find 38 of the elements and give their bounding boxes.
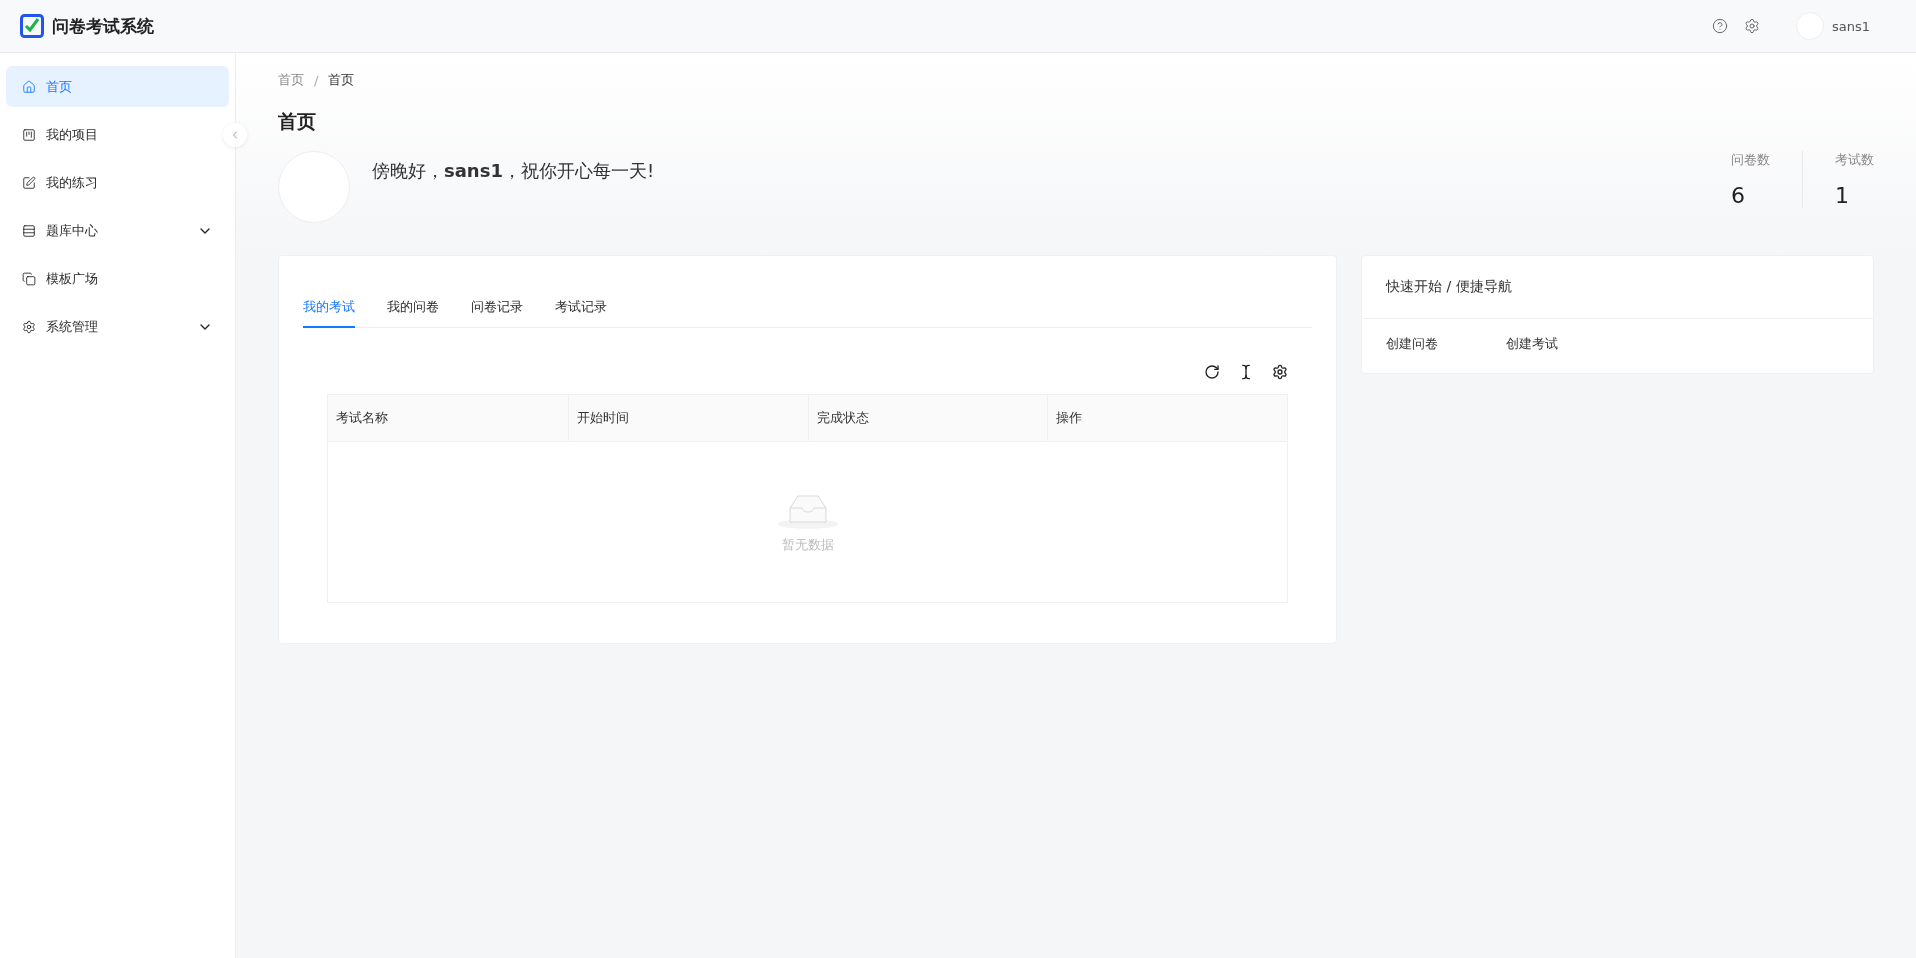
empty-text: 暂无数据 [781, 536, 834, 554]
menu-item[interactable]: 题库中心 [6, 210, 229, 251]
stat-value: 1 [1835, 183, 1850, 208]
card-title: 快速开始 / 便捷导航 [1362, 256, 1873, 319]
menu-icon [22, 79, 36, 94]
user-name[interactable]: sans1 [1831, 18, 1870, 34]
menu-icon [22, 271, 36, 286]
checkbox-logo-icon [20, 14, 44, 38]
breadcrumb-separator: / [314, 72, 319, 88]
stat-label: 问卷数 [1731, 151, 1770, 169]
quick-link[interactable]: 创建考试 [1506, 335, 1558, 353]
tab[interactable]: 我的问卷 [387, 286, 439, 328]
column-header: 考试名称 [335, 409, 389, 427]
column-header: 完成状态 [807, 395, 1048, 441]
page-title: 首页 [278, 109, 317, 134]
app-title: 问卷考试系统 [52, 14, 154, 38]
menu-icon [22, 319, 36, 334]
settings-icon[interactable] [1272, 364, 1288, 380]
menu-item[interactable]: 首页 [6, 66, 229, 107]
tab[interactable]: 我的考试 [303, 286, 355, 328]
refresh-icon[interactable] [1204, 364, 1220, 380]
stat-value: 6 [1731, 183, 1746, 208]
menu-icon [22, 223, 36, 238]
greeting-text: 傍晚好，sans1，祝你开心每一天! [372, 159, 656, 183]
column-header: 开始时间 [567, 395, 808, 441]
tab[interactable]: 考试记录 [555, 286, 607, 328]
help-icon[interactable] [1711, 18, 1728, 34]
menu-icon [22, 127, 36, 142]
quick-link[interactable]: 创建问卷 [1386, 335, 1438, 353]
column-header: 操作 [1047, 395, 1287, 441]
breadcrumb-item: 首页 [328, 71, 355, 89]
breadcrumb-item[interactable]: 首页 [278, 71, 304, 89]
menu-icon [22, 175, 36, 190]
stat-label: 考试数 [1835, 151, 1874, 169]
menu-item[interactable]: 系统管理 [6, 306, 229, 347]
tab[interactable]: 问卷记录 [471, 286, 523, 328]
menu-item[interactable]: 模板广场 [6, 258, 229, 299]
menu-item[interactable]: 我的练习 [6, 162, 229, 203]
